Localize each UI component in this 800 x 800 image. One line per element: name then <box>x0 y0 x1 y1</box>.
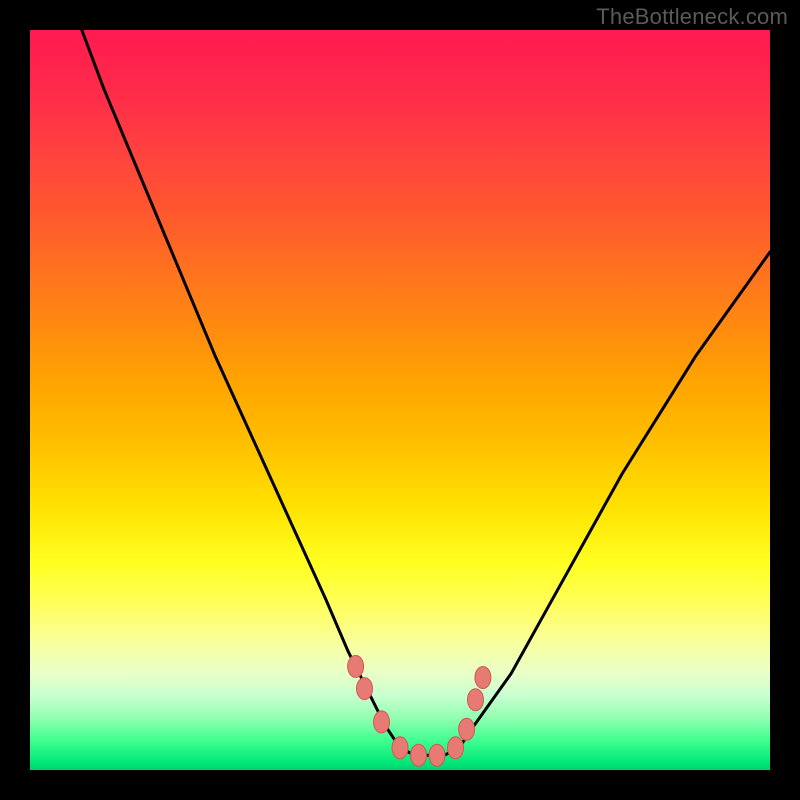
curve-marker <box>468 689 484 711</box>
chart-frame: TheBottleneck.com <box>0 0 800 800</box>
curve-marker <box>459 718 475 740</box>
bottleneck-curve <box>30 30 770 770</box>
curve-marker <box>357 678 373 700</box>
curve-marker <box>348 655 364 677</box>
watermark-text: TheBottleneck.com <box>596 4 788 30</box>
curve-marker <box>374 711 390 733</box>
curve-marker <box>411 744 427 766</box>
curve-marker <box>448 737 464 759</box>
curve-marker <box>429 744 445 766</box>
curve-path <box>82 30 770 755</box>
curve-marker <box>392 737 408 759</box>
curve-marker <box>475 667 491 689</box>
plot-area <box>30 30 770 770</box>
